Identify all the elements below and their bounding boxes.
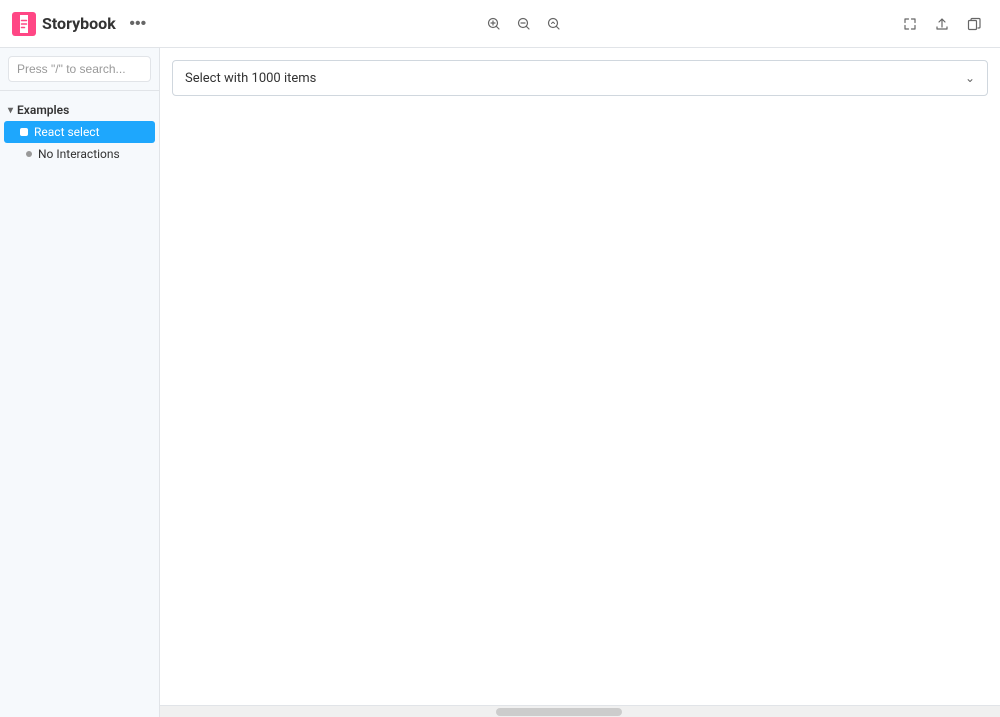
header-left: Storybook •••	[12, 10, 152, 38]
more-options-button[interactable]: •••	[124, 10, 152, 38]
more-icon: •••	[129, 15, 146, 33]
nav-sub-dot-no-interactions	[26, 151, 32, 157]
share-button[interactable]	[928, 10, 956, 38]
nav-item-label-no-interactions: No Interactions	[38, 147, 120, 161]
search-box	[0, 48, 159, 91]
zoom-reset-icon	[547, 17, 561, 31]
zoom-out-button[interactable]	[510, 10, 538, 38]
zoom-reset-button[interactable]	[540, 10, 568, 38]
sidebar: ▾ Examples React select No Interactions	[0, 48, 160, 717]
nav-item-react-select[interactable]: React select	[4, 121, 155, 143]
zoom-out-icon	[517, 17, 531, 31]
header: Storybook •••	[0, 0, 1000, 48]
select-value: Select with 1000 items	[185, 71, 316, 86]
fullscreen-icon	[903, 17, 917, 31]
copy-canvas-button[interactable]	[960, 10, 988, 38]
chevron-down-icon: ⌄	[965, 71, 975, 85]
storybook-title: Storybook	[42, 14, 116, 33]
nav-item-no-interactions[interactable]: No Interactions	[0, 143, 159, 165]
horizontal-scrollbar[interactable]	[160, 705, 1000, 717]
main-layout: ▾ Examples React select No Interactions …	[0, 48, 1000, 717]
zoom-in-button[interactable]	[480, 10, 508, 38]
select-control[interactable]: Select with 1000 items ⌄	[172, 60, 988, 96]
nav-item-label-react-select: React select	[34, 125, 100, 139]
content-area: Select with 1000 items ⌄	[160, 48, 1000, 717]
nav-item-dot-react-select	[20, 128, 28, 136]
header-actions	[896, 10, 988, 38]
examples-group: ▾ Examples React select No Interactions	[0, 99, 159, 165]
zoom-in-icon	[487, 17, 501, 31]
examples-group-label: Examples	[17, 103, 69, 117]
select-wrapper: Select with 1000 items ⌄	[172, 60, 988, 96]
zoom-toolbar	[480, 10, 568, 38]
fullscreen-button[interactable]	[896, 10, 924, 38]
chevron-down-icon: ▾	[8, 105, 13, 116]
share-icon	[935, 17, 949, 31]
scroll-thumb[interactable]	[496, 708, 622, 716]
nav-tree: ▾ Examples React select No Interactions	[0, 91, 159, 717]
preview-area: Select with 1000 items ⌄	[160, 48, 1000, 705]
copy-canvas-icon	[967, 17, 981, 31]
storybook-logo: Storybook	[12, 12, 116, 36]
search-input[interactable]	[8, 56, 151, 82]
examples-group-header[interactable]: ▾ Examples	[0, 99, 159, 121]
storybook-icon	[12, 12, 36, 36]
